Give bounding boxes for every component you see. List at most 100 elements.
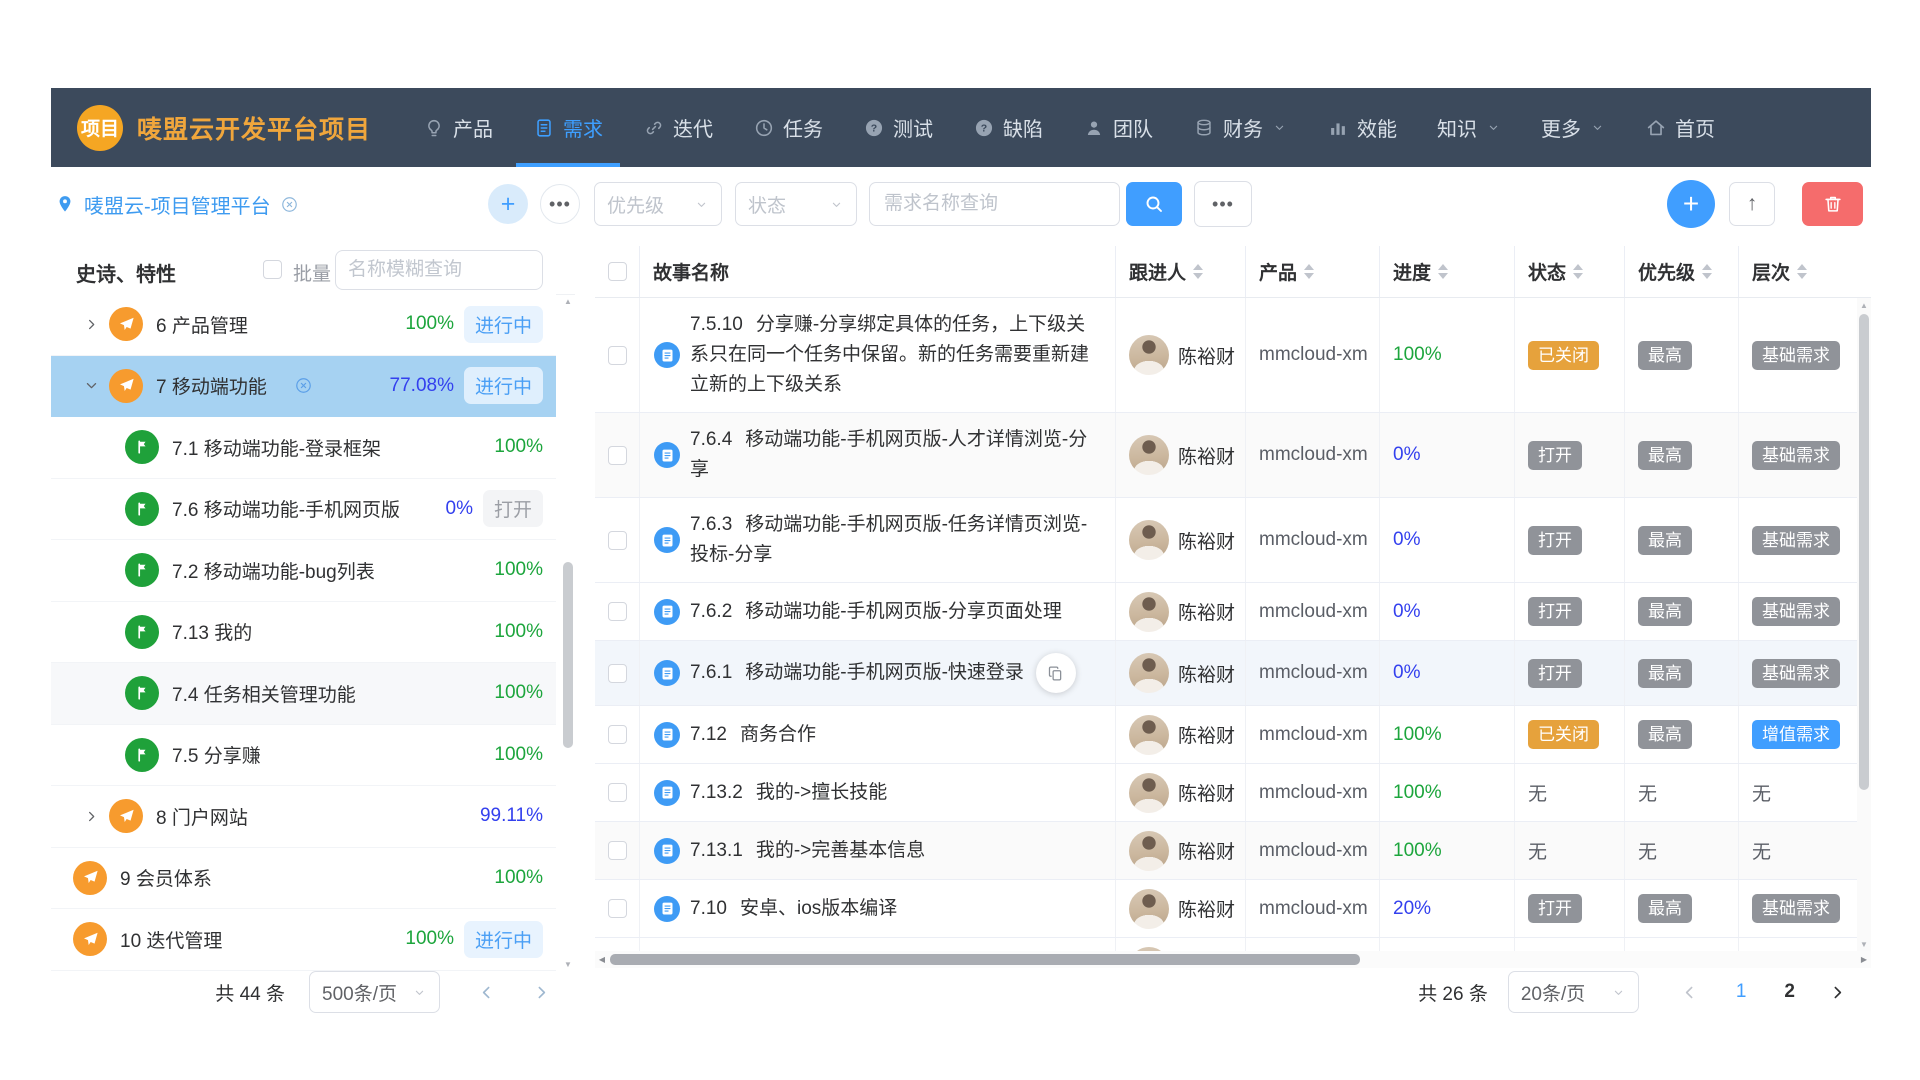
priority-select[interactable]: 优先级 bbox=[594, 182, 722, 226]
tree-page-size-select[interactable]: 500条/页 bbox=[309, 971, 440, 1013]
story-title[interactable]: 7.6.4移动端功能-手机网页版-人才详情浏览-分享 bbox=[690, 425, 1099, 485]
table-scrollbar-thumb[interactable] bbox=[1859, 314, 1869, 790]
table-row[interactable]: 7.5.10分享赚-分享绑定具体的任务，上下级关系只在同一个任务中保留。新的任务… bbox=[595, 298, 1871, 413]
add-filter-button[interactable]: + bbox=[488, 184, 528, 224]
column-header[interactable]: 层次 bbox=[1739, 246, 1871, 297]
nav-item-team[interactable]: 团队 bbox=[1083, 88, 1153, 167]
table-row[interactable]: 7.10安卓、ios版本编译陈裕财mmcloud-xm20%打开最高基础需求 bbox=[595, 880, 1871, 938]
story-title[interactable]: 7.6.1移动端功能-手机网页版-快速登录 bbox=[690, 658, 1024, 688]
scroll-down-icon[interactable]: ▼ bbox=[1857, 937, 1871, 951]
sort-icon[interactable] bbox=[1304, 264, 1314, 279]
column-header[interactable]: 状态 bbox=[1515, 246, 1625, 297]
row-checkbox[interactable] bbox=[608, 664, 627, 683]
table-row[interactable]: 7.9通讯录选人时，不显示用户编号，只显示用 bbox=[595, 938, 1871, 951]
table-row[interactable]: 7.6.2移动端功能-手机网页版-分享页面处理陈裕财mmcloud-xm0%打开… bbox=[595, 583, 1871, 641]
sort-icon[interactable] bbox=[1797, 264, 1807, 279]
story-title[interactable]: 7.5.10分享赚-分享绑定具体的任务，上下级关系只在同一个任务中保留。新的任务… bbox=[690, 310, 1099, 400]
table-row[interactable]: 7.13.2我的->擅长技能陈裕财mmcloud-xm100%无无无 bbox=[595, 764, 1871, 822]
more-filter-button[interactable]: ••• bbox=[540, 184, 580, 224]
breadcrumb-close-icon[interactable] bbox=[280, 195, 299, 214]
nav-item-knowledge[interactable]: 知识 bbox=[1437, 88, 1501, 167]
batch-checkbox[interactable] bbox=[263, 260, 282, 279]
row-checkbox[interactable] bbox=[608, 602, 627, 621]
column-header[interactable]: 进度 bbox=[1380, 246, 1515, 297]
nav-item-finance[interactable]: 财务 bbox=[1193, 88, 1287, 167]
story-title[interactable]: 7.12商务合作 bbox=[690, 720, 816, 750]
row-checkbox[interactable] bbox=[608, 531, 627, 550]
nav-item-home[interactable]: 首页 bbox=[1645, 88, 1715, 167]
status-select[interactable]: 状态 bbox=[735, 182, 857, 226]
clear-selection-icon[interactable] bbox=[294, 376, 313, 395]
collapse-icon[interactable] bbox=[84, 378, 100, 393]
expand-icon[interactable] bbox=[84, 809, 100, 824]
tree-item[interactable]: 6 产品管理100%进行中 bbox=[51, 294, 556, 356]
tree-item[interactable]: 7.4 任务相关管理功能100% bbox=[51, 663, 556, 725]
sort-icon[interactable] bbox=[1573, 264, 1583, 279]
column-header[interactable]: 跟进人 bbox=[1116, 246, 1246, 297]
row-checkbox[interactable] bbox=[608, 346, 627, 365]
nav-item-performance[interactable]: 效能 bbox=[1327, 88, 1397, 167]
delete-button[interactable] bbox=[1802, 182, 1863, 226]
story-search-input[interactable] bbox=[869, 182, 1120, 226]
sort-icon[interactable] bbox=[1193, 264, 1203, 279]
table-next-page-icon[interactable] bbox=[1829, 984, 1846, 1001]
nav-item-defect[interactable]: ?缺陷 bbox=[973, 88, 1043, 167]
table-row[interactable]: 7.13.1我的->完善基本信息陈裕财mmcloud-xm100%无无无 bbox=[595, 822, 1871, 880]
row-checkbox[interactable] bbox=[608, 841, 627, 860]
tree-item[interactable]: 7.6 移动端功能-手机网页版0%打开 bbox=[51, 479, 556, 541]
nav-item-requirement[interactable]: 需求 bbox=[533, 88, 603, 167]
tree-filter-input[interactable] bbox=[335, 250, 543, 290]
tree-item[interactable]: 7.5 分享赚100% bbox=[51, 725, 556, 787]
nav-item-product[interactable]: 产品 bbox=[423, 88, 493, 167]
table-row[interactable]: 7.12商务合作陈裕财mmcloud-xm100%已关闭最高增值需求 bbox=[595, 706, 1871, 764]
column-header[interactable]: 产品 bbox=[1246, 246, 1380, 297]
table-row[interactable]: 7.6.4移动端功能-手机网页版-人才详情浏览-分享陈裕财mmcloud-xm0… bbox=[595, 413, 1871, 498]
tree-item[interactable]: 10 迭代管理100%进行中 bbox=[51, 909, 556, 971]
tree-prev-page-icon[interactable] bbox=[478, 984, 495, 1001]
more-actions-button[interactable]: ••• bbox=[1194, 181, 1252, 227]
tree-item[interactable]: 7 移动端功能77.08%进行中 bbox=[51, 356, 556, 418]
add-story-button[interactable]: + bbox=[1667, 180, 1715, 228]
scroll-up-icon[interactable]: ▲ bbox=[1857, 298, 1871, 312]
scroll-right-icon[interactable]: ▶ bbox=[1857, 951, 1871, 968]
copy-icon[interactable] bbox=[1036, 653, 1076, 693]
row-checkbox[interactable] bbox=[608, 783, 627, 802]
nav-item-more[interactable]: 更多 bbox=[1541, 88, 1605, 167]
table-row[interactable]: 7.6.1移动端功能-手机网页版-快速登录陈裕财mmcloud-xm0%打开最高… bbox=[595, 641, 1871, 706]
table-hscrollbar-thumb[interactable] bbox=[610, 954, 1360, 965]
table-prev-page-icon[interactable] bbox=[1681, 984, 1698, 1001]
table-row[interactable]: 7.6.3移动端功能-手机网页版-任务详情页浏览-投标-分享陈裕财mmcloud… bbox=[595, 498, 1871, 583]
row-checkbox[interactable] bbox=[608, 446, 627, 465]
story-doc-icon bbox=[654, 442, 680, 468]
tree-item[interactable]: 7.13 我的100% bbox=[51, 602, 556, 664]
tree-item[interactable]: 9 会员体系100% bbox=[51, 848, 556, 910]
scroll-up-icon[interactable]: ▲ bbox=[561, 294, 575, 308]
tree-item[interactable]: 7.1 移动端功能-登录框架100% bbox=[51, 417, 556, 479]
scroll-left-icon[interactable]: ◀ bbox=[595, 951, 609, 968]
story-title[interactable]: 7.10安卓、ios版本编译 bbox=[690, 894, 897, 924]
export-up-button[interactable]: ↑ bbox=[1729, 182, 1775, 226]
tree-next-page-icon[interactable] bbox=[533, 984, 550, 1001]
sort-icon[interactable] bbox=[1438, 264, 1448, 279]
story-title[interactable]: 7.13.1我的->完善基本信息 bbox=[690, 836, 925, 866]
sort-icon[interactable] bbox=[1702, 264, 1712, 279]
tree-item[interactable]: 8 门户网站99.11% bbox=[51, 786, 556, 848]
expand-icon[interactable] bbox=[84, 317, 100, 332]
tree-scrollbar-thumb[interactable] bbox=[563, 562, 573, 748]
select-all-checkbox[interactable] bbox=[608, 262, 627, 281]
page-number-2[interactable]: 2 bbox=[1784, 981, 1795, 1003]
nav-item-task[interactable]: 任务 bbox=[753, 88, 823, 167]
story-title[interactable]: 7.6.3移动端功能-手机网页版-任务详情页浏览-投标-分享 bbox=[690, 510, 1099, 570]
row-checkbox[interactable] bbox=[608, 725, 627, 744]
story-title[interactable]: 7.13.2我的->擅长技能 bbox=[690, 778, 887, 808]
story-title[interactable]: 7.6.2移动端功能-手机网页版-分享页面处理 bbox=[690, 597, 1062, 627]
table-page-size-select[interactable]: 20条/页 bbox=[1508, 971, 1639, 1013]
page-number-1[interactable]: 1 bbox=[1736, 981, 1747, 1003]
column-header[interactable]: 优先级 bbox=[1625, 246, 1739, 297]
row-checkbox[interactable] bbox=[608, 899, 627, 918]
scroll-down-icon[interactable]: ▼ bbox=[561, 957, 575, 971]
tree-item[interactable]: 7.2 移动端功能-bug列表100% bbox=[51, 540, 556, 602]
search-button[interactable] bbox=[1126, 182, 1182, 226]
nav-item-test[interactable]: ?测试 bbox=[863, 88, 933, 167]
nav-item-iteration[interactable]: 迭代 bbox=[643, 88, 713, 167]
